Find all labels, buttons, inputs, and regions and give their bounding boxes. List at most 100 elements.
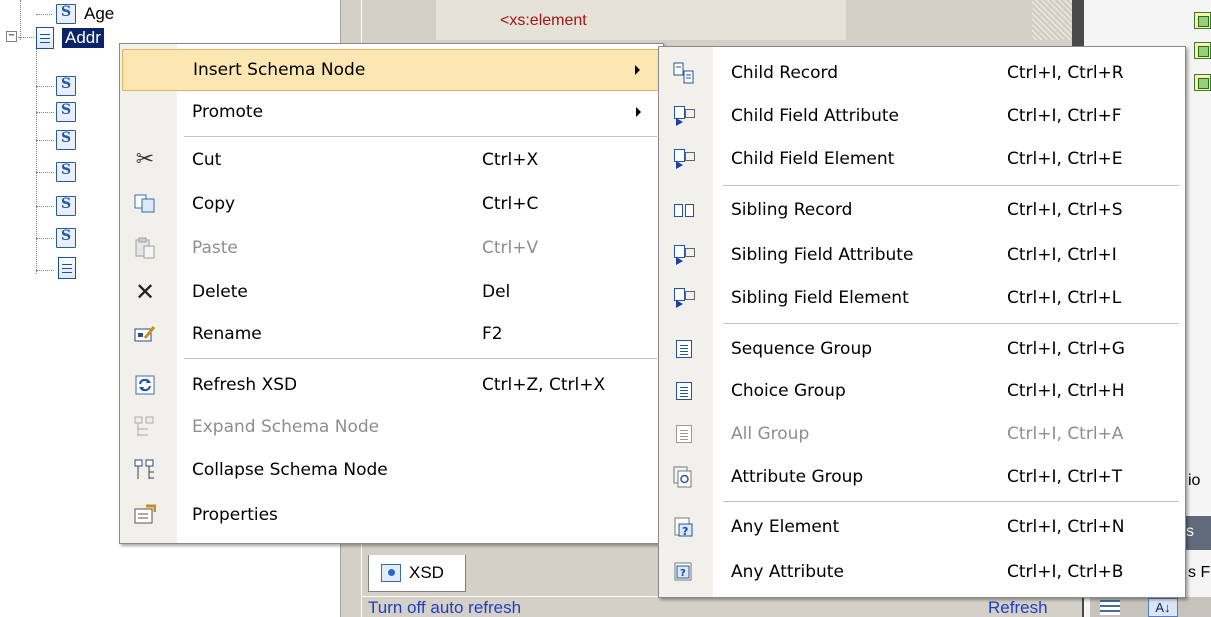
menu-item-properties[interactable]: Properties [122, 494, 661, 536]
tree-connector [36, 44, 37, 274]
tree-node-child[interactable] [56, 160, 76, 184]
group-document-icon [676, 340, 692, 358]
menu-item-label: Sibling Field Element [731, 288, 909, 308]
menu-item-label: Cut [192, 150, 222, 170]
menu-item-any-element[interactable]: ? Any Element Ctrl+I, Ctrl+N [661, 506, 1183, 548]
field-attribute-icon [56, 4, 76, 24]
menu-item-cut[interactable]: ✂ Cut Ctrl+X [122, 139, 661, 181]
menu-item-sibling-field-element[interactable]: Sibling Field Element Ctrl+I, Ctrl+L [661, 277, 1183, 319]
menu-item-label: Insert Schema Node [193, 60, 366, 80]
menu-item-refresh-xsd[interactable]: Refresh XSD Ctrl+Z, Ctrl+X [122, 364, 661, 406]
menu-item-sibling-record[interactable]: Sibling Record Ctrl+I, Ctrl+S [661, 189, 1183, 231]
tab-label: XSD [409, 563, 444, 582]
menu-item-promote[interactable]: Promote [122, 91, 661, 133]
rename-icon [134, 323, 156, 345]
tree-node-child[interactable] [56, 194, 76, 218]
menu-item-expand-schema-node[interactable]: Expand Schema Node [122, 406, 661, 448]
menu-item-label: Attribute Group [731, 467, 864, 487]
menu-item-paste[interactable]: Paste Ctrl+V [122, 227, 661, 269]
tree-node-child[interactable] [56, 128, 76, 152]
schema-node-icon[interactable] [1194, 74, 1211, 91]
menu-item-choice-group[interactable]: Choice Group Ctrl+I, Ctrl+H [661, 370, 1183, 412]
attribute-badge-icon [685, 109, 695, 118]
schema-node-icon[interactable] [1194, 12, 1211, 29]
delete-icon: ✕ [134, 278, 156, 306]
panel-text-fragment: io [1188, 472, 1201, 489]
refresh-link[interactable]: Refresh [988, 598, 1048, 617]
tree-connector [36, 140, 54, 141]
menu-item-collapse-schema-node[interactable]: Collapse Schema Node [122, 449, 661, 491]
menu-item-shortcut: Ctrl+X [482, 150, 539, 170]
menu-item-label: Delete [192, 282, 248, 302]
menu-item-shortcut: Ctrl+I, Ctrl+E [1007, 149, 1123, 169]
menu-item-shortcut: Ctrl+Z, Ctrl+X [482, 375, 606, 395]
alphabetical-sort-button[interactable]: A↓ [1148, 598, 1178, 617]
element-badge-icon [685, 152, 695, 161]
menu-item-shortcut: Ctrl+V [482, 238, 539, 258]
menu-item-label: Child Record [731, 63, 839, 83]
menu-item-label: Properties [192, 505, 278, 525]
menu-item-label: Expand Schema Node [192, 417, 380, 437]
menu-item-copy[interactable]: Copy Ctrl+C [122, 183, 661, 225]
svg-text:?: ? [682, 525, 688, 538]
tree-connector [36, 172, 54, 173]
schema-node-icon[interactable] [1194, 42, 1211, 59]
menu-item-label: Promote [192, 102, 264, 122]
record-icon [36, 27, 54, 49]
tree-node-child[interactable] [58, 256, 76, 280]
menu-item-child-field-element[interactable]: Child Field Element Ctrl+I, Ctrl+E [661, 138, 1183, 180]
collapse-toggle-icon[interactable]: − [6, 31, 17, 42]
menu-item-label: Any Element [731, 517, 840, 537]
sibling-field-attribute-icon [673, 244, 695, 266]
expand-node-icon [134, 416, 156, 438]
menu-item-label: Child Field Element [731, 149, 895, 169]
tab-xsd[interactable]: XSD [368, 555, 466, 592]
menu-item-shortcut: Ctrl+I, Ctrl+A [1007, 424, 1124, 444]
tree-node-child[interactable] [56, 74, 76, 98]
any-element-icon: ? [673, 516, 695, 538]
tree-connector [36, 270, 54, 271]
xsd-code-view [436, 0, 846, 40]
field-attribute-icon [56, 228, 76, 248]
tree-node-child[interactable] [56, 100, 76, 124]
sibling-record-icon [673, 199, 695, 221]
auto-refresh-link[interactable]: Turn off auto refresh [368, 598, 521, 617]
menu-item-all-group[interactable]: All Group Ctrl+I, Ctrl+A [661, 413, 1183, 455]
tree-node-age[interactable]: Age [56, 2, 114, 26]
menu-item-attribute-group[interactable]: Attribute Group Ctrl+I, Ctrl+T [661, 456, 1183, 498]
menu-item-shortcut: Ctrl+I, Ctrl+H [1007, 381, 1125, 401]
insert-schema-node-submenu: Child Record Ctrl+I, Ctrl+R Child Field … [658, 46, 1186, 598]
menu-item-any-attribute[interactable]: ? Any Attribute Ctrl+I, Ctrl+B [661, 551, 1183, 593]
menu-item-rename[interactable]: Rename F2 [122, 313, 661, 355]
menu-item-shortcut: Ctrl+I, Ctrl+L [1007, 288, 1122, 308]
any-attribute-icon: ? [673, 561, 695, 583]
menu-item-child-field-attribute[interactable]: Child Field Attribute Ctrl+I, Ctrl+F [661, 95, 1183, 137]
tree-node-address[interactable]: Addr [36, 26, 104, 50]
group-document-icon [676, 382, 692, 400]
menu-item-delete[interactable]: ✕ Delete Del [122, 271, 661, 313]
menu-item-shortcut: Ctrl+C [482, 194, 539, 214]
sibling-field-element-icon [673, 287, 695, 309]
all-group-icon [673, 423, 695, 445]
field-attribute-icon [56, 196, 76, 216]
attribute-badge-icon [685, 248, 695, 257]
menu-item-sequence-group[interactable]: Sequence Group Ctrl+I, Ctrl+G [661, 328, 1183, 370]
tree-node-label: Age [84, 4, 115, 23]
menu-item-shortcut: Ctrl+I, Ctrl+N [1007, 517, 1125, 537]
menu-item-shortcut: Del [482, 282, 511, 302]
choice-group-icon [673, 380, 695, 402]
tree-connector [36, 238, 54, 239]
menu-item-insert-schema-node[interactable]: Insert Schema Node [122, 49, 661, 91]
tree-connector [36, 86, 54, 87]
copy-icon [134, 193, 156, 215]
tree-node-child[interactable] [56, 226, 76, 250]
menu-item-shortcut: Ctrl+I, Ctrl+S [1007, 200, 1123, 220]
child-field-attribute-icon [673, 105, 695, 127]
scrollbar-thumb[interactable] [1032, 0, 1072, 40]
field-attribute-icon [56, 76, 76, 96]
menu-item-sibling-field-attribute[interactable]: Sibling Field Attribute Ctrl+I, Ctrl+I [661, 234, 1183, 276]
categorized-icon[interactable] [1100, 600, 1120, 615]
tree-connector [20, 0, 21, 40]
field-attribute-icon [56, 130, 76, 150]
menu-item-child-record[interactable]: Child Record Ctrl+I, Ctrl+R [661, 52, 1183, 94]
